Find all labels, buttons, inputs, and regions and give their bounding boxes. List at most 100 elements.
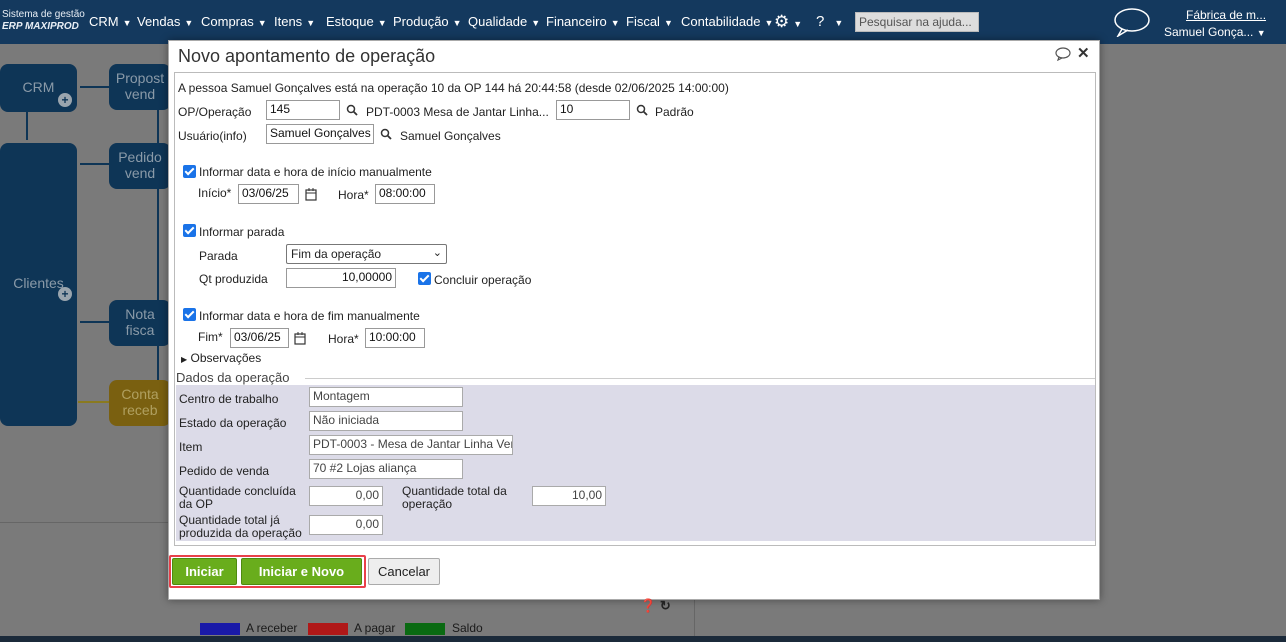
start-manual-checkbox[interactable] <box>183 165 196 178</box>
end-date-label: Fim* <box>198 330 223 344</box>
search-icon[interactable] <box>346 104 358 116</box>
divider <box>0 522 170 523</box>
item-label: Item <box>179 440 203 454</box>
legend-pagar: A pagar <box>354 621 396 635</box>
brand-line2: ERP MAXIPROD <box>2 21 79 32</box>
qtd-concluida-label: Quantidade concluída da OP <box>179 485 296 511</box>
label-line: da OP <box>179 497 214 511</box>
pedido-field[interactable]: 70 #2 Lojas aliança <box>309 459 463 479</box>
nav-menu-itens[interactable]: Itens ▼ <box>274 14 315 29</box>
node-label: Clientes <box>13 275 64 291</box>
caret-down-icon: ▼ <box>377 18 387 28</box>
help-icon[interactable]: ❓ <box>640 598 656 613</box>
calendar-icon[interactable] <box>305 188 317 201</box>
new-operation-dialog: Novo apontamento de operação ✕ A pessoa … <box>168 40 1100 600</box>
stop-label: Informar parada <box>199 225 285 239</box>
nav-menu-producao[interactable]: Produção ▼ <box>393 14 462 29</box>
end-time-label: Hora* <box>328 332 359 346</box>
comment-icon[interactable] <box>1055 47 1071 61</box>
caret-down-icon: ▼ <box>306 18 316 28</box>
label-line: produzida da operação <box>179 526 302 540</box>
item-field[interactable]: PDT-0003 - Mesa de Jantar Linha Ven <box>309 435 513 455</box>
dados-section-title: Dados da operação <box>176 370 290 385</box>
company-link[interactable]: Fábrica de m... <box>1186 8 1266 22</box>
dados-panel: Centro de trabalho Montagem Estado da op… <box>176 385 1095 541</box>
help-icon[interactable]: ? ▼ <box>816 13 843 30</box>
nav-menu-financeiro[interactable]: Financeiro ▼ <box>546 14 620 29</box>
op-input[interactable]: 145 <box>266 100 340 120</box>
close-icon[interactable]: ✕ <box>1077 44 1090 62</box>
help-refresh-icons[interactable]: ❓ ↻ <box>640 598 671 614</box>
user-name: Samuel Gonça... <box>1164 25 1254 39</box>
cancel-button[interactable]: Cancelar <box>368 558 440 585</box>
legend-receber: A receber <box>246 621 298 635</box>
start-time-input[interactable]: 08:00:00 <box>375 184 435 204</box>
brand-logo[interactable]: Sistema de gestão ERP MAXIPROD <box>2 9 85 33</box>
observacoes-label: Observações <box>190 351 262 365</box>
nav-menu-crm[interactable]: CRM ▼ <box>89 14 132 29</box>
user-input[interactable]: Samuel Gonçalves <box>266 124 374 144</box>
legend-swatch-saldo <box>405 623 445 635</box>
calendar-icon[interactable] <box>294 332 306 345</box>
user-label: Usuário(info) <box>178 129 247 143</box>
caret-down-icon: ▼ <box>663 18 673 28</box>
centro-label: Centro de trabalho <box>179 392 279 406</box>
nav-label: Itens <box>274 14 303 29</box>
op-description: PDT-0003 Mesa de Jantar Linha... <box>366 105 549 119</box>
help-search-input[interactable]: Pesquisar na ajuda... <box>855 12 979 32</box>
gear-icon[interactable]: ⚙ ▼ <box>774 12 802 32</box>
plus-icon: + <box>58 93 72 107</box>
node-label: CRM <box>22 79 55 95</box>
start-time-label: Hora* <box>338 188 369 202</box>
stop-checkbox[interactable] <box>183 224 196 237</box>
label-line: operação <box>402 497 453 511</box>
nav-menu-vendas[interactable]: Vendas ▼ <box>137 14 193 29</box>
nav-menu-contabilidade[interactable]: Contabilidade ▼ <box>681 14 773 29</box>
estado-field[interactable]: Não iniciada <box>309 411 463 431</box>
search-icon[interactable] <box>636 104 648 116</box>
end-time-input[interactable]: 10:00:00 <box>365 328 425 348</box>
qtd-total-field[interactable]: 10,00 <box>532 486 606 506</box>
legend-saldo: Saldo <box>452 621 483 635</box>
concluir-checkbox[interactable] <box>418 272 431 285</box>
diagram-node-propostas: Propost vend <box>109 64 171 110</box>
caret-down-icon: ▼ <box>452 18 462 28</box>
end-date-input[interactable]: 03/06/25 <box>230 328 289 348</box>
qt-produzida-input[interactable]: 10,00000 <box>286 268 396 288</box>
nav-menu-qualidade[interactable]: Qualidade ▼ <box>468 14 540 29</box>
iniciar-novo-button[interactable]: Iniciar e Novo <box>241 558 362 585</box>
operation-input[interactable]: 10 <box>556 100 630 120</box>
search-icon[interactable] <box>380 128 392 140</box>
concluir-label: Concluir operação <box>434 273 532 287</box>
start-date-input[interactable]: 03/06/25 <box>238 184 299 204</box>
qtd-concluida-field[interactable]: 0,00 <box>309 486 383 506</box>
centro-field[interactable]: Montagem <box>309 387 463 407</box>
iniciar-button[interactable]: Iniciar <box>172 558 237 585</box>
end-manual-label: Informar data e hora de fim manualmente <box>199 309 420 323</box>
pedido-label: Pedido de venda <box>179 464 270 478</box>
nav-label: Estoque <box>326 14 374 29</box>
start-date-label: Início* <box>198 186 232 200</box>
caret-right-icon: ▶ <box>181 355 188 364</box>
user-menu[interactable]: Samuel Gonça... ▼ <box>1164 25 1266 39</box>
nav-menu-estoque[interactable]: Estoque ▼ <box>326 14 387 29</box>
parada-label: Parada <box>199 249 238 263</box>
nav-label: CRM <box>89 14 119 29</box>
end-manual-checkbox[interactable] <box>183 308 196 321</box>
bottom-strip <box>0 636 1286 642</box>
parada-select[interactable]: Fim da operação ⌄ <box>286 244 447 264</box>
nav-menu-compras[interactable]: Compras ▼ <box>201 14 267 29</box>
caret-down-icon: ▼ <box>1256 28 1266 38</box>
qtd-produzida-field[interactable]: 0,00 <box>309 515 383 535</box>
observacoes-toggle[interactable]: ▶ Observações <box>181 351 261 365</box>
top-navbar: Sistema de gestão ERP MAXIPROD CRM ▼ Vend… <box>0 0 1286 44</box>
refresh-icon[interactable]: ↻ <box>660 598 671 613</box>
chat-icon[interactable] <box>1113 7 1151 37</box>
nav-label: Financeiro <box>546 14 607 29</box>
caret-down-icon: ▼ <box>531 18 541 28</box>
dialog-title: Novo apontamento de operação <box>178 46 436 66</box>
section-divider <box>305 378 1095 379</box>
nav-menu-fiscal[interactable]: Fiscal ▼ <box>626 14 673 29</box>
caret-down-icon: ▼ <box>184 18 194 28</box>
plus-icon: + <box>58 287 72 301</box>
